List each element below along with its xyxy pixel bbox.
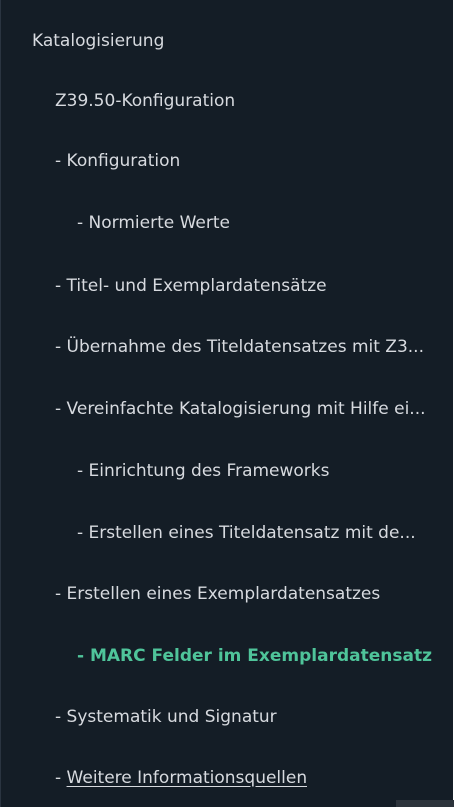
nav-item-label: Systematik und Signatur xyxy=(66,707,277,727)
nav-item-label: Einrichtung des Frameworks xyxy=(88,461,330,481)
nav-item-prefix: - xyxy=(55,399,67,419)
nav-item-titel-und-exemplardatensaetze[interactable]: - Titel- und Exemplardatensätze xyxy=(55,275,445,297)
nav-item-label: Titel- und Exemplardatensätze xyxy=(66,276,327,296)
nav-item-label: Übernahme des Titeldatensatzes mit Z3... xyxy=(66,337,424,357)
documentation-nav-sidebar: Katalogisierung Z39.50-Konfiguration - K… xyxy=(0,0,454,807)
nav-item-label: Katalogisierung xyxy=(32,31,165,51)
nav-item-label: Erstellen eines Exemplardatensatzes xyxy=(66,584,381,604)
nav-item-erstellen-titeldatensatz[interactable]: - Erstellen eines Titeldatensatz mit de.… xyxy=(77,522,447,544)
nav-item-vereinfachte-katalogisierung[interactable]: - Vereinfachte Katalogisierung mit Hilfe… xyxy=(55,398,454,420)
nav-item-prefix: - xyxy=(55,276,67,296)
nav-item-label: Normierte Werte xyxy=(88,213,231,233)
nav-item-systematik-und-signatur[interactable]: - Systematik und Signatur xyxy=(55,706,277,728)
nav-item-prefix: - xyxy=(55,768,67,788)
nav-item-label: Vereinfachte Katalogisierung mit Hilfe e… xyxy=(66,399,426,419)
nav-item-prefix: - xyxy=(77,646,90,666)
scrollbar-corner xyxy=(396,800,454,807)
nav-item-uebernahme-titeldatensatz[interactable]: - Übernahme des Titeldatensatzes mit Z3.… xyxy=(55,336,454,358)
nav-item-label: MARC Felder im Exemplardatensatz xyxy=(89,646,432,666)
nav-item-prefix: - xyxy=(77,213,89,233)
nav-item-label: Z39.50-Konfiguration xyxy=(55,91,236,111)
nav-item-prefix: - xyxy=(55,584,67,604)
nav-item-marc-felder-active[interactable]: - MARC Felder im Exemplardatensatz xyxy=(77,645,447,667)
nav-item-prefix: - xyxy=(77,523,89,543)
nav-item-weitere-informationsquellen[interactable]: - Weitere Informationsquellen xyxy=(55,767,307,789)
nav-item-prefix: - xyxy=(77,461,89,481)
nav-item-konfiguration[interactable]: - Konfiguration xyxy=(55,150,180,172)
nav-item-normierte-werte[interactable]: - Normierte Werte xyxy=(77,212,230,234)
nav-item-prefix: - xyxy=(55,151,67,171)
nav-item-prefix: - xyxy=(55,337,67,357)
nav-item-erstellen-exemplardatensatz[interactable]: - Erstellen eines Exemplardatensatzes xyxy=(55,583,450,605)
nav-item-prefix: - xyxy=(55,707,67,727)
nav-item-label: Konfiguration xyxy=(66,151,181,171)
nav-item-z3950-konfiguration[interactable]: Z39.50-Konfiguration xyxy=(55,90,235,112)
nav-item-katalogisierung[interactable]: Katalogisierung xyxy=(32,30,164,52)
nav-item-label: Weitere Informationsquellen xyxy=(66,768,308,788)
nav-item-einrichtung-frameworks[interactable]: - Einrichtung des Frameworks xyxy=(77,460,447,482)
nav-item-label: Erstellen eines Titeldatensatz mit de... xyxy=(88,523,416,543)
